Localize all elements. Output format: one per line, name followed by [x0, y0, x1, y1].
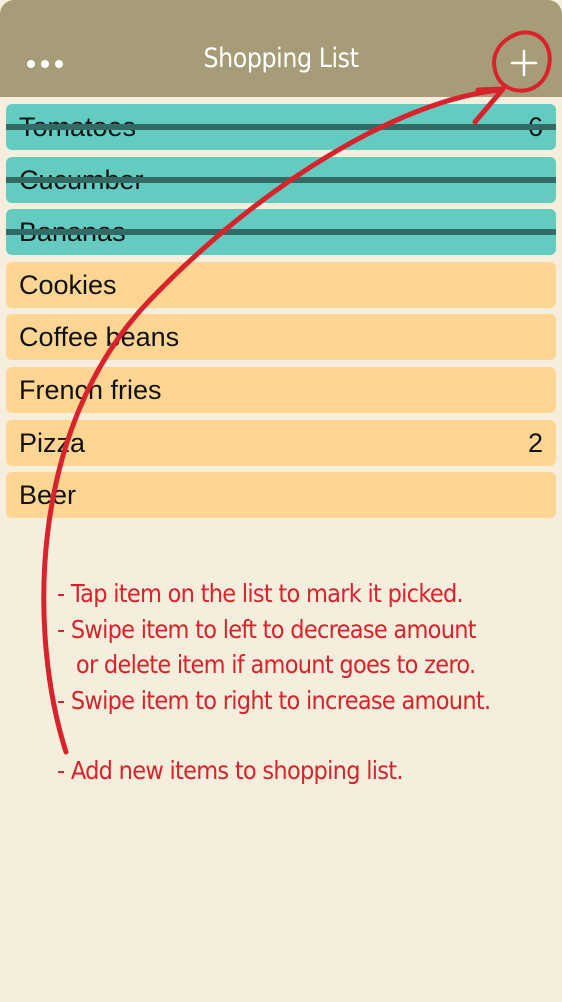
instruction-swipe-left-cont: or delete item if amount goes to zero. [75, 650, 476, 679]
strikethrough-line [6, 176, 556, 183]
list-item[interactable]: Beer [6, 472, 556, 519]
list-item[interactable]: Cookies [6, 261, 556, 308]
shopping-list: Tomatoes 6 Cucumber Bananas Cookies Coff… [6, 104, 556, 525]
instruction-tap: - Tap item on the list to mark it picked… [57, 579, 464, 608]
item-name: Coffee beans [19, 322, 180, 353]
item-name: Beer [19, 480, 77, 511]
plus-icon [510, 49, 538, 77]
list-item[interactable]: French fries [6, 366, 556, 413]
instruction-swipe-left: - Swipe item to left to decrease amount [57, 614, 477, 644]
strikethrough-line [6, 229, 556, 236]
item-name: French fries [19, 374, 162, 405]
strikethrough-line [6, 124, 556, 130]
instructions-annotation: - Tap item on the list to mark it picked… [57, 576, 507, 789]
page-title: Shopping List [203, 43, 359, 74]
item-quantity: 2 [527, 427, 543, 458]
list-item[interactable]: Pizza 2 [6, 419, 556, 466]
list-item[interactable]: Tomatoes 6 [6, 104, 556, 150]
list-item[interactable]: Coffee beans [6, 314, 556, 361]
list-item[interactable]: Cucumber [6, 156, 556, 203]
list-item[interactable]: Bananas [6, 209, 556, 256]
nav-bar: Shopping List [0, 0, 562, 97]
add-item-button[interactable] [503, 42, 545, 84]
item-name: Cookies [19, 269, 117, 300]
instruction-swipe-right: - Swipe item to right to increase amount… [57, 685, 491, 715]
instruction-add: - Add new items to shopping list. [57, 756, 404, 785]
item-name: Pizza [19, 427, 86, 458]
